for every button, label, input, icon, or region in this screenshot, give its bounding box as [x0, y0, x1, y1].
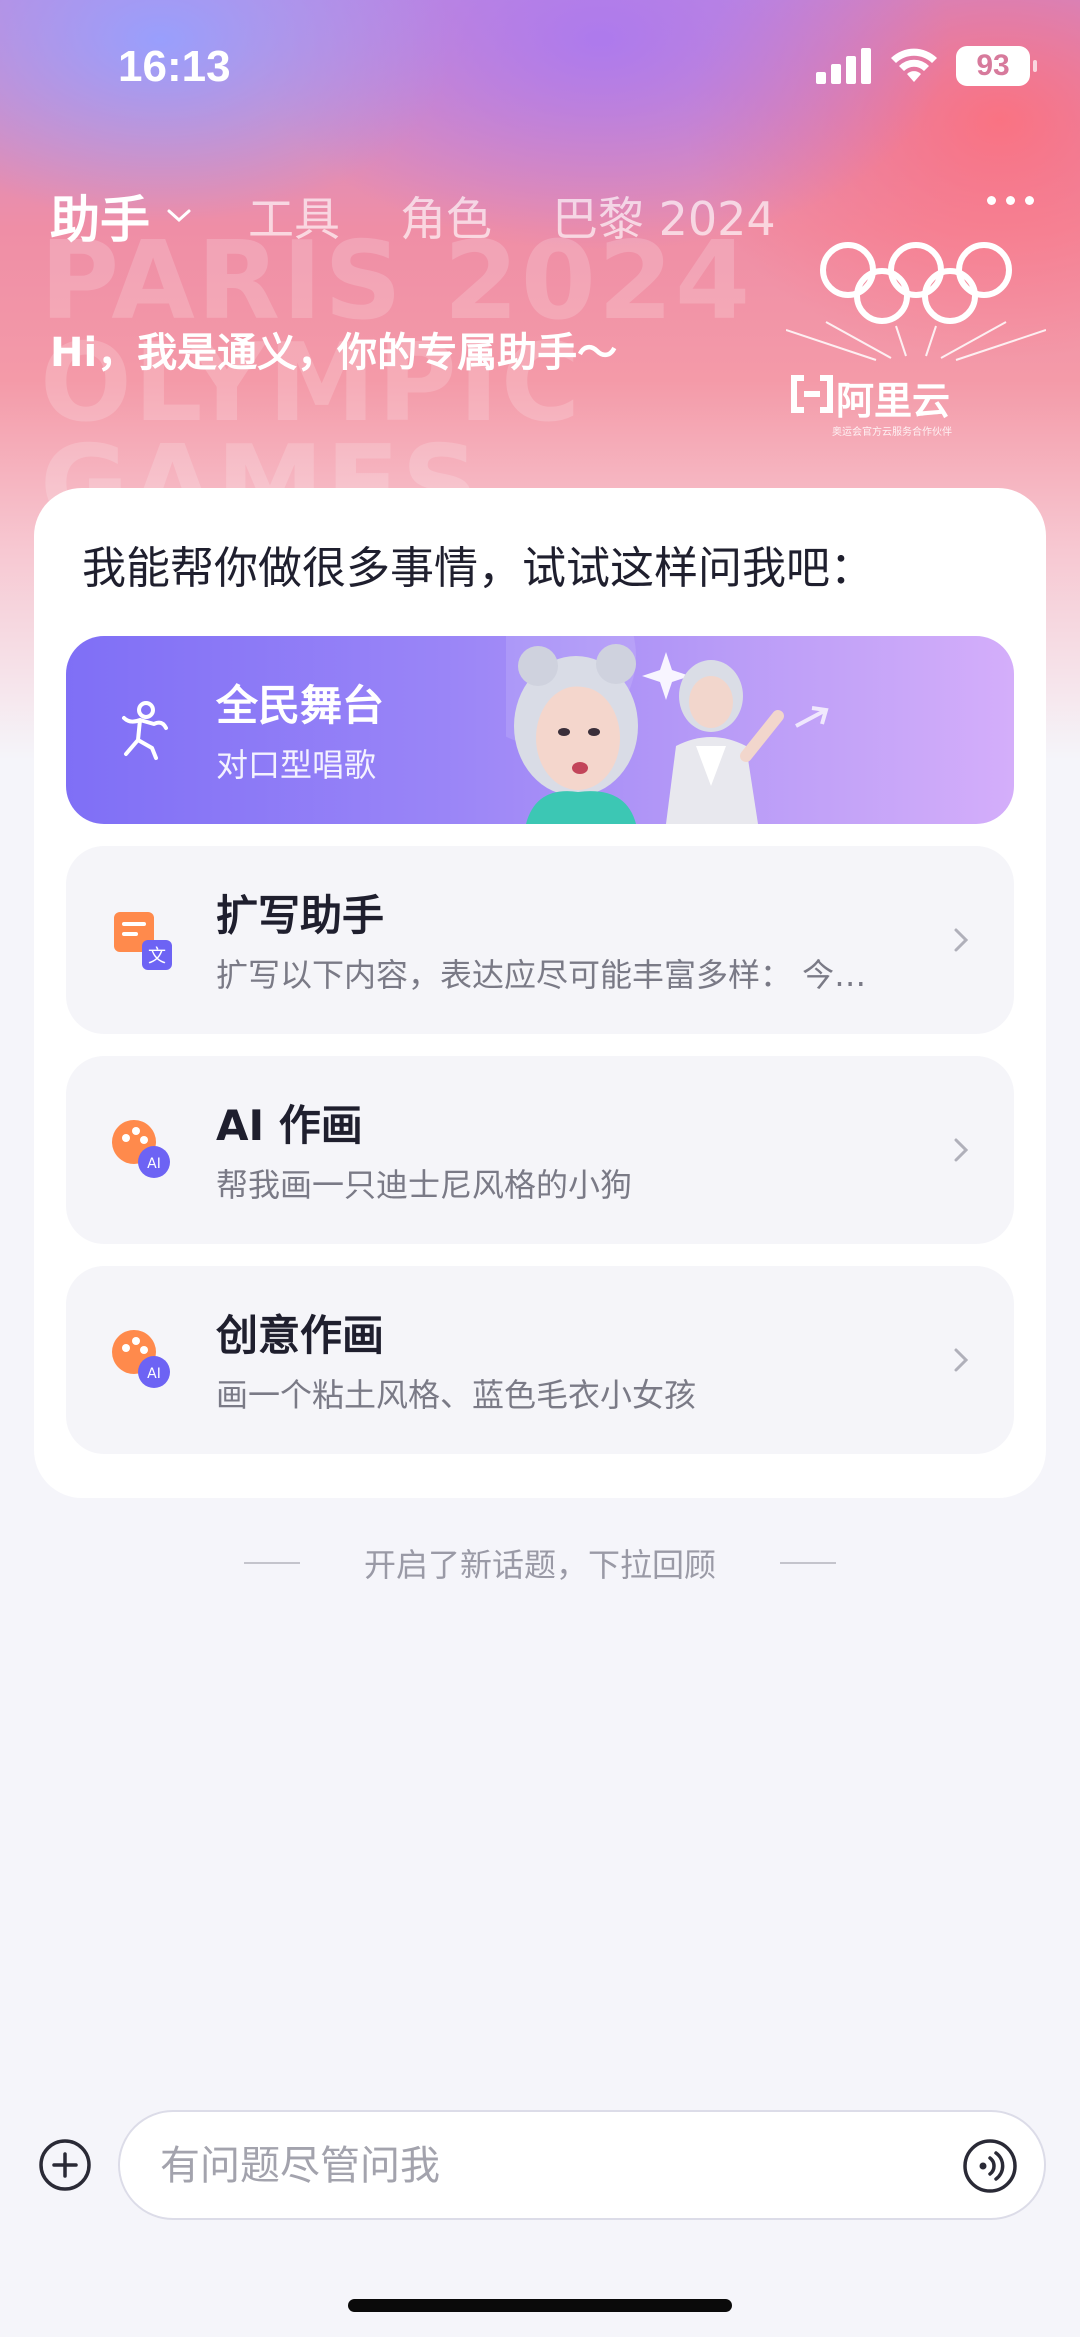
sponsor-brand: 阿里云: [836, 379, 951, 423]
more-icon[interactable]: [987, 196, 1034, 205]
item-subtitle: 帮我画一只迪士尼风格的小狗: [216, 1166, 633, 1204]
suggestion-card: 我能帮你做很多事情，试试这样问我吧： 全民舞台 对口型唱歌 文 扩写助手 扩写以…: [34, 488, 1046, 1498]
suggestion-creative-painting[interactable]: AI 创意作画 画一个粘土风格、蓝色毛衣小女孩: [66, 1266, 1014, 1454]
chevron-right-icon: [954, 1138, 969, 1162]
suggestion-expand-writing[interactable]: 文 扩写助手 扩写以下内容，表达应尽可能丰富多样： 今…: [66, 846, 1014, 1034]
sponsor-logo: 阿里云 奥运会官方云服务合作伙伴: [786, 240, 1046, 440]
signal-icon: [816, 48, 871, 84]
singer-illustration: [506, 636, 829, 824]
featured-subtitle: 对口型唱歌: [216, 746, 377, 784]
item-subtitle: 扩写以下内容，表达应尽可能丰富多样： 今…: [216, 956, 867, 994]
item-subtitle: 画一个粘土风格、蓝色毛衣小女孩: [216, 1376, 697, 1414]
home-indicator: [348, 2299, 732, 2312]
suggestion-ai-painting[interactable]: AI AI 作画 帮我画一只迪士尼风格的小狗: [66, 1056, 1014, 1244]
palette-ai-icon: AI: [112, 1330, 170, 1388]
chevron-right-icon: [954, 1348, 969, 1372]
olympic-rings-icon: [820, 242, 1012, 324]
voice-input-icon[interactable]: [962, 2138, 1018, 2194]
dance-figure-icon: [122, 701, 168, 760]
svg-text:AI: AI: [147, 1366, 161, 1382]
chat-input-box: [118, 2110, 1046, 2220]
palette-ai-icon: AI: [112, 1120, 170, 1178]
divider-line-right: [780, 1562, 836, 1564]
item-title: 创意作画: [216, 1311, 385, 1360]
featured-title: 全民舞台: [216, 681, 385, 730]
wifi-icon: [891, 48, 937, 82]
document-translate-icon: 文: [114, 912, 172, 970]
tab-paris-2024[interactable]: 巴黎 2024: [552, 183, 776, 249]
aliyun-bracket-icon: [791, 375, 833, 413]
chevron-right-icon: [954, 928, 969, 952]
tab-tools[interactable]: 工具: [248, 183, 340, 249]
item-title: AI 作画: [216, 1101, 363, 1150]
chat-input[interactable]: [160, 2134, 920, 2198]
chevron-down-icon[interactable]: [166, 208, 192, 224]
svg-text:AI: AI: [147, 1156, 161, 1172]
sponsor-subtitle: 奥运会官方云服务合作伙伴: [832, 427, 952, 438]
battery-indicator: 93: [956, 46, 1037, 86]
featured-stage-banner[interactable]: 全民舞台 对口型唱歌: [66, 636, 1014, 824]
item-title: 扩写助手: [216, 891, 385, 940]
add-attachment-button[interactable]: [38, 2138, 92, 2192]
top-tabs: 助手 工具 角色 巴黎 2024: [50, 180, 836, 252]
svg-text:文: 文: [148, 946, 166, 967]
greeting-text: Hi，我是通义，你的专属助手～: [50, 330, 618, 376]
status-time: 16:13: [118, 42, 231, 91]
tab-assistant[interactable]: 助手: [50, 180, 150, 252]
new-topic-hint: 开启了新话题，下拉回顾: [363, 1546, 716, 1584]
tab-roles[interactable]: 角色: [400, 183, 492, 249]
status-icons: 93: [816, 46, 1037, 86]
card-title: 我能帮你做很多事情，试试这样问我吧：: [82, 543, 874, 594]
sparkle-lines-icon: [786, 321, 1046, 361]
